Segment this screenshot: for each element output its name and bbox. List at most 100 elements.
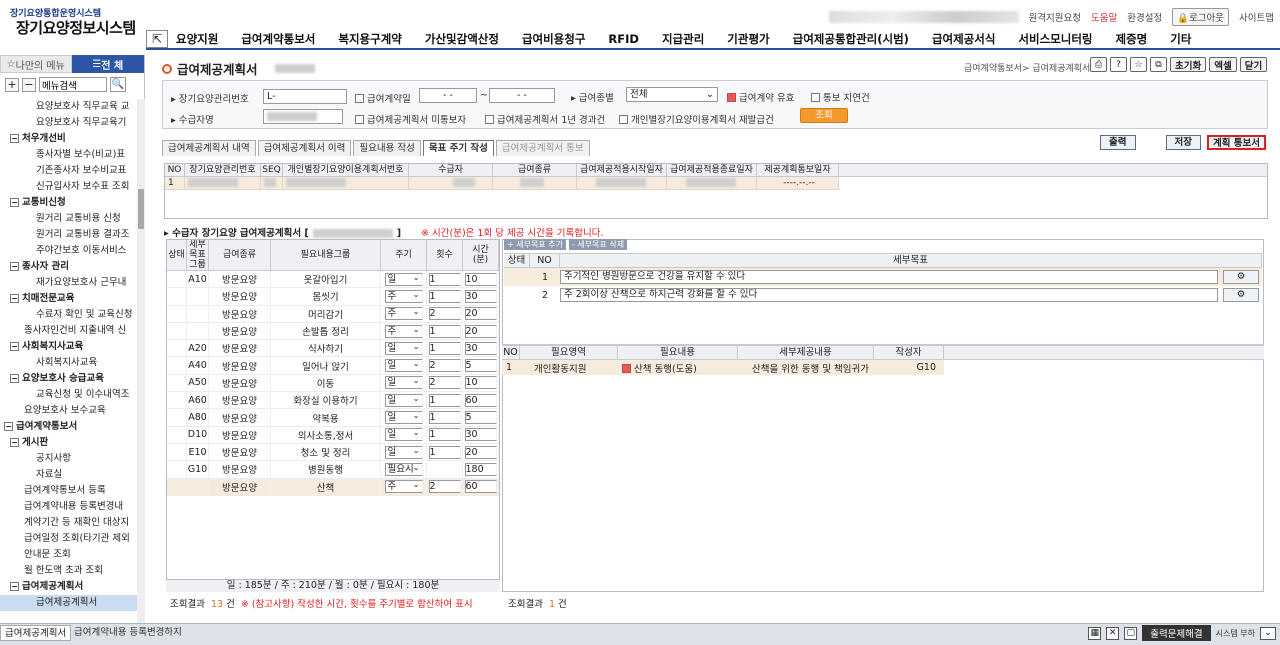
ltc-number-input[interactable]: L- bbox=[263, 89, 347, 104]
contract-date-checkbox[interactable] bbox=[355, 94, 364, 103]
time-input[interactable]: 60 bbox=[464, 480, 497, 494]
table-row[interactable]: 방문요양산책주260 bbox=[167, 478, 499, 496]
sidebar-item[interactable]: 신규입사자 보수표 조회 bbox=[0, 179, 137, 195]
menu-item[interactable]: 급여제공서식 bbox=[932, 31, 995, 47]
count-input[interactable]: 1 bbox=[428, 411, 461, 425]
remote-support-link[interactable]: 원격지원요청 bbox=[1029, 10, 1081, 24]
search-icon[interactable]: 🔍 bbox=[110, 77, 126, 92]
close-icon[interactable]: ✕ bbox=[1106, 626, 1120, 640]
cycle-select[interactable]: 일 bbox=[384, 445, 423, 459]
sidebar-item[interactable]: − 급여계약통보서 bbox=[0, 419, 137, 435]
sidebar-item[interactable]: 요양보호사 보수교육 bbox=[0, 403, 137, 419]
chevron-down-icon[interactable]: ⌄ bbox=[1260, 626, 1276, 640]
tree-toggle-icon[interactable]: − bbox=[10, 198, 19, 207]
table-row[interactable]: A60방문요양화장실 이용하기일160 bbox=[167, 392, 499, 410]
time-input[interactable]: 20 bbox=[464, 324, 497, 338]
sidebar-item[interactable]: 사회복지사교육 bbox=[0, 355, 137, 371]
print-icon[interactable]: ⎙ bbox=[1090, 57, 1107, 72]
sidebar-item[interactable]: 교육신청 및 이수내역조 bbox=[0, 387, 137, 403]
cycle-select[interactable]: 주 bbox=[384, 480, 423, 494]
sidebar-item[interactable]: 원거리 교통비용 결과조 bbox=[0, 227, 137, 243]
bottom-tab-plan[interactable]: 급여제공계획서 bbox=[0, 625, 72, 641]
sidebar-item[interactable]: 종사자별 보수(비교)표 bbox=[0, 147, 137, 163]
count-input[interactable]: 2 bbox=[428, 376, 461, 390]
tab-all-menu[interactable]: ☰ 전 체 bbox=[71, 55, 144, 73]
count-input[interactable]: 1 bbox=[428, 272, 461, 286]
time-input[interactable]: 60 bbox=[464, 393, 497, 407]
sidebar-item[interactable]: 급여제공계획서 bbox=[0, 595, 137, 611]
window-icon[interactable]: ▢ bbox=[1124, 626, 1138, 640]
menu-item[interactable]: 급여계약통보서 bbox=[241, 31, 315, 47]
sidebar-item[interactable]: 안내문 조회 bbox=[0, 547, 137, 563]
cycle-select[interactable]: 일 bbox=[384, 411, 423, 425]
goal-settings-icon[interactable]: ⚙ bbox=[1223, 288, 1259, 302]
sidebar-item[interactable]: 급여계약통보서 등록 bbox=[0, 483, 137, 499]
menu-search-input[interactable] bbox=[39, 77, 107, 92]
close-button[interactable]: 닫기 bbox=[1239, 57, 1268, 72]
tree-toggle-icon[interactable]: − bbox=[10, 374, 19, 383]
sidebar-item[interactable]: 요양보호사 직무교육 교 bbox=[0, 99, 137, 115]
table-row[interactable]: D10방문요양의사소통,정서일130 bbox=[167, 426, 499, 444]
menu-item[interactable]: 급여제공통합관리(시범) bbox=[793, 31, 909, 47]
plan-notify-button[interactable]: 계획 통보서 bbox=[1206, 135, 1266, 150]
sidebar-item[interactable]: 원거리 교통비용 신청 bbox=[0, 211, 137, 227]
menu-item[interactable]: 복지용구계약 bbox=[338, 31, 401, 47]
table-row[interactable]: A10방문요양옷갈아입기일110 bbox=[167, 271, 499, 289]
count-input[interactable]: 2 bbox=[428, 307, 461, 321]
settings-link[interactable]: 환경설정 bbox=[1127, 10, 1162, 24]
bottom-tab-contract[interactable]: 급여계약내용 등록변경하지 bbox=[70, 625, 186, 641]
tree-toggle-icon[interactable]: − bbox=[10, 342, 19, 351]
tree-toggle-icon[interactable]: − bbox=[10, 134, 19, 143]
grid-icon[interactable]: ▦ bbox=[1088, 626, 1102, 640]
cycle-select[interactable]: 일 bbox=[384, 341, 423, 355]
external-link-icon[interactable]: ⇱ bbox=[146, 30, 168, 48]
menu-item[interactable]: 서비스모니터링 bbox=[1018, 31, 1092, 47]
reestablish-checkbox[interactable] bbox=[619, 115, 628, 124]
sidebar-item[interactable]: 기존종사자 보수비교표 bbox=[0, 163, 137, 179]
menu-item[interactable]: 제증명 bbox=[1115, 31, 1147, 47]
sidebar-scrollbar[interactable] bbox=[137, 99, 145, 624]
cycle-select[interactable]: 일 bbox=[384, 272, 423, 286]
sidebar-item[interactable]: − 요양보호사 승급교육 bbox=[0, 371, 137, 387]
cycle-select[interactable]: 주 bbox=[384, 324, 423, 338]
count-input[interactable]: 2 bbox=[428, 480, 461, 494]
sidebar-item[interactable]: 급여일정 조회(타기관 제외 bbox=[0, 531, 137, 547]
goal-settings-icon[interactable]: ⚙ bbox=[1223, 270, 1259, 284]
cycle-select[interactable]: 일 bbox=[384, 376, 423, 390]
table-row[interactable]: 방문요양머리감기주220 bbox=[167, 305, 499, 323]
delete-goal-button[interactable]: - 세부목표 삭제 bbox=[568, 239, 628, 250]
valid-checkbox[interactable] bbox=[727, 93, 736, 102]
table-row[interactable]: E10방문요양청소 및 정리일120 bbox=[167, 443, 499, 462]
tab-needs[interactable]: 필요내용 작성 bbox=[353, 140, 421, 156]
table-row[interactable]: A20방문요양식사하기일130 bbox=[167, 340, 499, 358]
time-input[interactable]: 30 bbox=[464, 289, 497, 303]
sidebar-item[interactable]: 재가요양보호사 근무내 bbox=[0, 275, 137, 291]
time-input[interactable]: 30 bbox=[464, 428, 497, 442]
count-input[interactable]: 1 bbox=[428, 445, 461, 459]
cycle-select[interactable]: 일 bbox=[384, 428, 423, 442]
menu-item[interactable]: 기타 bbox=[1170, 31, 1191, 47]
notice-delay-checkbox[interactable] bbox=[811, 93, 820, 102]
time-input[interactable]: 20 bbox=[464, 307, 497, 321]
menu-item[interactable]: 지급관리 bbox=[662, 31, 704, 47]
table-row[interactable]: 1 ----.--.-- bbox=[165, 177, 839, 190]
sidebar-item[interactable]: − 치매전문교육 bbox=[0, 291, 137, 307]
sidebar-item[interactable]: − 종사자 관리 bbox=[0, 259, 137, 275]
table-row[interactable]: 방문요양손발톱 정리주120 bbox=[167, 322, 499, 341]
count-input[interactable]: 1 bbox=[428, 341, 461, 355]
sidebar-item[interactable]: − 게시판 bbox=[0, 435, 137, 451]
table-row[interactable]: A40방문요양일어나 앉기일25 bbox=[167, 357, 499, 375]
table-row[interactable]: A80방문요양약복용일15 bbox=[167, 409, 499, 427]
table-row[interactable]: 방문요양몸씻기주130 bbox=[167, 288, 499, 306]
sidebar-item[interactable]: − 사회복지사교육 bbox=[0, 339, 137, 355]
new-window-icon[interactable]: ⧉ bbox=[1150, 57, 1167, 72]
menu-item[interactable]: 요양지원 bbox=[176, 31, 218, 47]
cycle-select[interactable]: 주 bbox=[384, 289, 423, 303]
favorite-icon[interactable]: ☆ bbox=[1130, 57, 1147, 72]
menu-item[interactable]: RFID bbox=[608, 32, 639, 46]
tree-toggle-icon[interactable]: − bbox=[10, 438, 19, 447]
excel-button[interactable]: 엑셀 bbox=[1209, 57, 1237, 72]
time-input[interactable]: 10 bbox=[464, 272, 497, 286]
tab-notice[interactable]: 급여제공계획서 통보 bbox=[495, 140, 590, 156]
tab-history[interactable]: 급여제공계획서 이력 bbox=[257, 140, 352, 156]
